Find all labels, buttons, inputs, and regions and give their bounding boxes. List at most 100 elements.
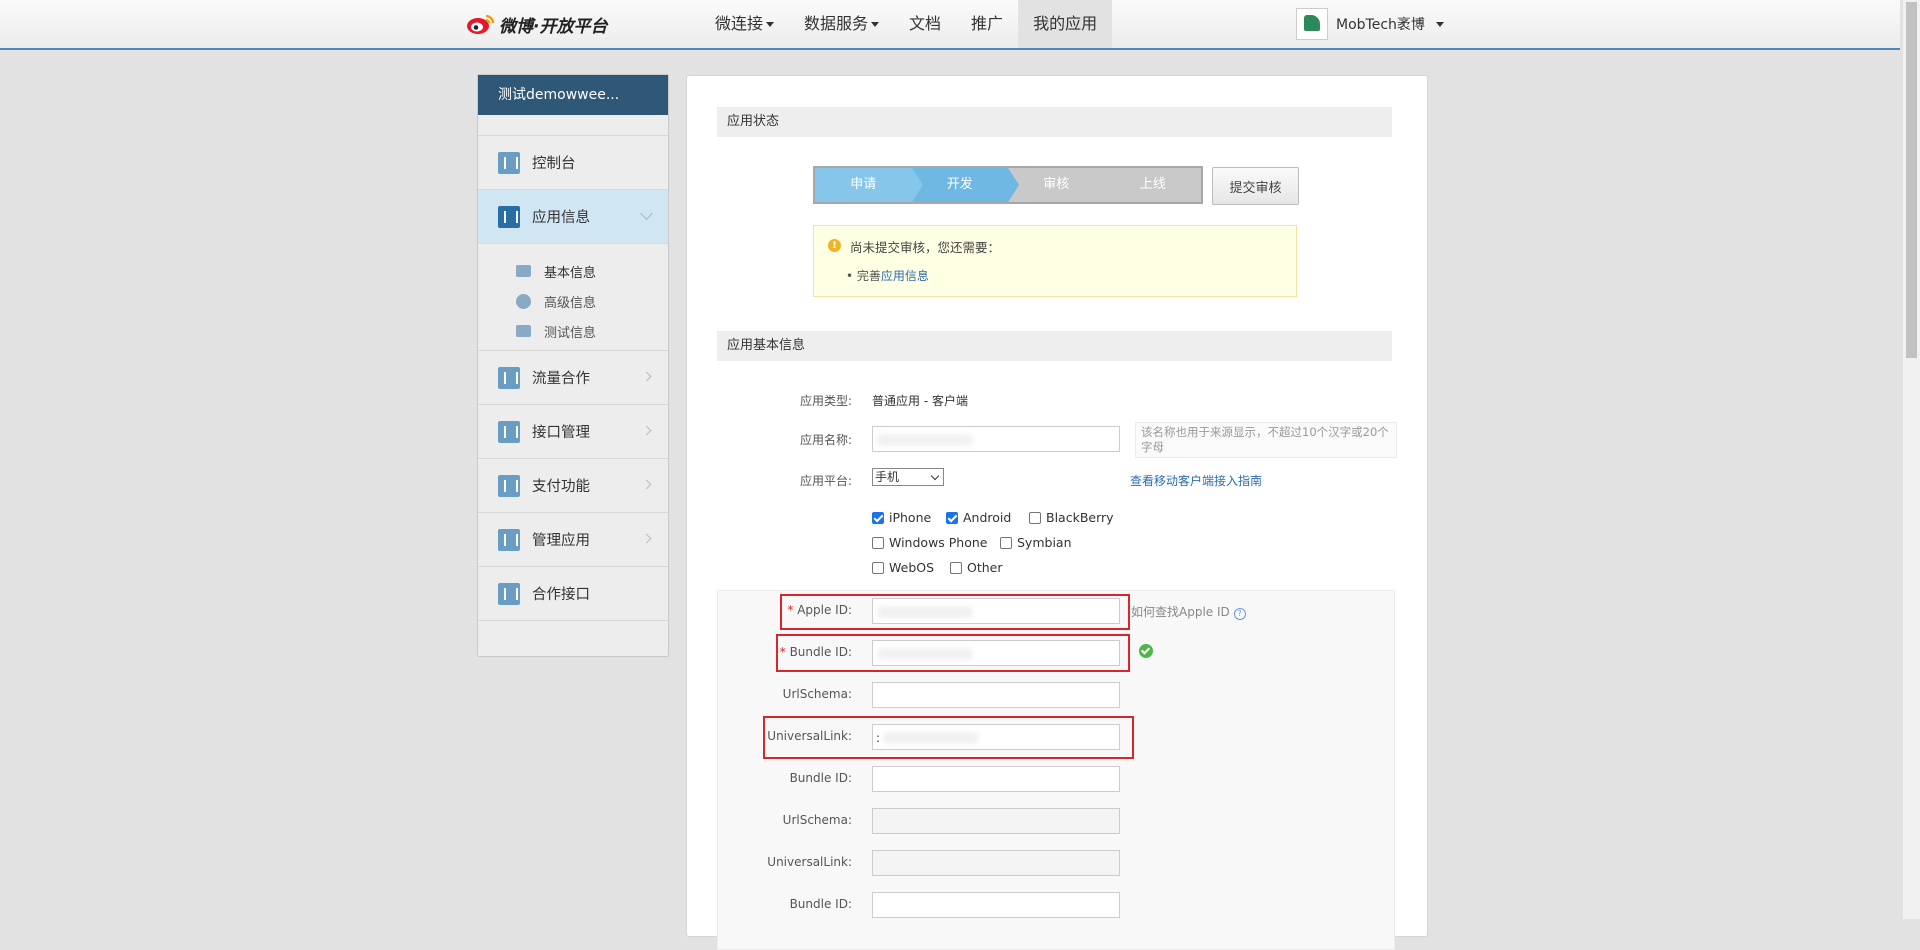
bundle-id-2-input[interactable] [872,766,1120,792]
universal-link-2-label: UniversalLink: [767,855,852,869]
app-platform-label: 应用平台: [799,474,852,488]
universal-link-prefix: : [876,731,881,745]
bundle-id-label: * Bundle ID: [717,645,852,659]
sidebar-item-console[interactable]: 控制台 [478,135,668,190]
sidebar-item-label: 流量合作 [532,371,590,387]
sidebar-subitem-basic-info[interactable]: 基本信息 [516,256,668,286]
sidebar-subitem-advanced-info[interactable]: 高级信息 [516,286,668,316]
sidebar-item-payment[interactable]: 支付功能 [478,459,668,513]
weibo-open-platform-logo[interactable]: 微博·开放平台 [466,11,607,37]
checkbox-label: Android [963,510,1012,525]
caret-down-icon [871,22,880,27]
platform-iphone-checkbox[interactable]: iPhone [872,510,931,525]
nav-docs[interactable]: 文档 [894,0,956,48]
chart-icon [498,366,520,389]
yen-icon [498,474,520,497]
checkbox[interactable] [950,561,962,574]
checkbox-label: iPhone [889,510,932,525]
checkbox[interactable] [1029,511,1041,524]
app-type-label: 应用类型: [799,394,852,408]
review-notice: ! 尚未提交审核，您还需要： • 完善应用信息 [813,225,1297,297]
sidebar-item-manage-app[interactable]: 管理应用 [478,513,668,567]
required-mark: * [787,603,794,617]
sidebar-subitem-test-info[interactable]: 测试信息 [516,316,668,346]
universal-link-input[interactable]: : [872,724,1120,750]
bundle-id-3-input[interactable] [872,892,1120,918]
check-circle-icon [1139,644,1153,658]
step-develop: 开发 [911,168,1019,202]
sidebar-item-label: 应用信息 [532,210,590,226]
urlschema-2-label: UrlSchema: [782,813,852,827]
nav-weilianjie[interactable]: 微连接 [700,0,789,48]
user-name: MobTech袤博 [1336,17,1425,33]
platform-symbian-checkbox[interactable]: Symbian [1000,535,1072,550]
mobile-guide-link[interactable]: 查看移动客户端接入指南 [1130,472,1262,489]
nav-label: 文档 [909,14,942,33]
nav-label: 数据服务 [804,14,869,33]
subitem-label: 基本信息 [544,265,597,281]
app-sidebar: 测试demowwee... 控制台 应用信息 基本信息 高级信息 测试信息 流量… [477,74,669,657]
step-apply: 申请 [815,168,922,202]
chevron-right-icon [641,479,652,490]
bundle-id-input[interactable] [872,640,1120,666]
sidebar-item-partner-api[interactable]: 合作接口 [478,567,668,621]
main-nav: 微连接 数据服务 文档 推广 我的应用 [700,0,1113,48]
info-icon [516,293,531,309]
chevron-down-icon [640,207,653,220]
universal-link-label: UniversalLink: [767,729,852,743]
checkbox[interactable] [872,561,884,574]
urlschema-2-input[interactable] [872,808,1120,834]
app-name-header[interactable]: 测试demowwee... [478,75,668,115]
platform-windows-phone-checkbox[interactable]: Windows Phone [872,535,988,550]
plug-icon [498,420,520,443]
platform-other-checkbox[interactable]: Other [950,560,1003,575]
bundle-id-3-label: Bundle ID: [789,897,852,911]
chevron-right-icon [641,425,652,436]
notice-app-info-link[interactable]: 应用信息 [881,269,929,283]
scrollbar-thumb[interactable] [1906,2,1917,358]
status-steps: 申请 开发 审核 上线 [813,166,1203,204]
bundle-id-2-label: Bundle ID: [789,771,852,785]
submit-review-button[interactable]: 提交审核 [1212,167,1299,205]
user-menu[interactable]: MobTech袤博 [1296,7,1444,41]
chevron-right-icon [641,533,652,544]
sidebar-item-traffic[interactable]: 流量合作 [478,350,668,405]
checkbox-label: Symbian [1017,535,1072,550]
platform-select[interactable]: 手机 [872,468,944,486]
apple-id-input[interactable] [872,598,1120,624]
checkbox[interactable] [872,511,884,524]
universal-link-2-input[interactable] [872,850,1120,876]
sidebar-item-api-management[interactable]: 接口管理 [478,405,668,459]
required-mark: * [779,645,786,659]
notice-item: • 完善应用信息 [846,269,929,283]
platform-blackberry-checkbox[interactable]: BlackBerry [1029,510,1114,525]
nav-promotion[interactable]: 推广 [956,0,1018,48]
nav-data-services[interactable]: 数据服务 [789,0,894,48]
help-icon: ? [1233,608,1246,620]
checkbox[interactable] [946,511,958,524]
checkbox[interactable] [872,536,884,549]
nav-label: 微连接 [715,14,764,33]
app-type-value: 普通应用 - 客户端 [872,394,968,408]
logo-text: 微博·开放平台 [499,16,608,37]
checkbox-label: BlackBerry [1046,510,1114,525]
checkbox-label: Windows Phone [889,535,988,550]
step-online: 上线 [1104,168,1201,202]
main-panel: 应用状态 申请 开发 审核 上线 提交审核 ! 尚未提交审核，您还需要： • 完… [686,75,1428,950]
warning-icon: ! [828,239,841,252]
app-info-submenu: 基本信息 高级信息 测试信息 [478,244,668,350]
checkbox[interactable] [1000,536,1012,549]
page-scrollbar[interactable] [1903,0,1920,919]
image-icon [516,325,531,337]
app-name-input[interactable] [872,426,1120,452]
step-review: 审核 [1008,168,1115,202]
apple-id-help-text: 如何查找Apple ID [1131,605,1230,619]
apple-id-help[interactable]: 如何查找Apple ID ? [1131,603,1246,620]
sidebar-item-app-info[interactable]: 应用信息 [478,190,668,244]
nav-label: 我的应用 [1033,14,1098,33]
urlschema-input[interactable] [872,682,1120,708]
nav-my-apps[interactable]: 我的应用 [1018,0,1113,48]
platform-android-checkbox[interactable]: Android [946,510,1011,525]
top-navbar: 微博·开放平台 微连接 数据服务 文档 推广 我的应用 MobTech袤博 [0,0,1900,50]
platform-webos-checkbox[interactable]: WebOS [872,560,934,575]
